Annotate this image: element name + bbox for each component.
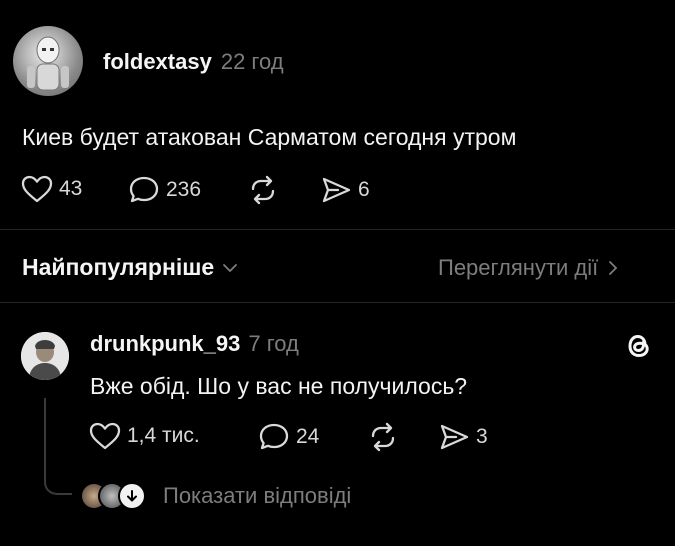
post-username[interactable]: foldextasy xyxy=(103,49,212,75)
show-replies-button[interactable]: Показати відповіді xyxy=(80,482,351,510)
reply-repost-button[interactable] xyxy=(367,422,399,452)
post-text: Киев будет атакован Сарматом сегодня утр… xyxy=(22,124,517,150)
post-repost-button[interactable] xyxy=(247,175,279,205)
reply-text: Вже обід. Шо у вас не получилось? xyxy=(90,373,468,399)
reply-comment-button[interactable]: 24 xyxy=(258,422,319,452)
chevron-down-icon xyxy=(223,263,238,272)
repost-icon xyxy=(371,422,395,452)
reply-like-count: 1,4 тис. xyxy=(127,424,200,447)
divider xyxy=(0,302,675,303)
thread-connector-line xyxy=(44,398,46,478)
post-comment-count: 236 xyxy=(166,178,202,201)
reply-share-button[interactable]: 3 xyxy=(438,422,488,452)
comment-icon xyxy=(259,423,289,450)
person-photo-image xyxy=(21,332,69,380)
view-activity-label: Переглянути дії xyxy=(438,255,599,280)
threads-logo-icon[interactable] xyxy=(623,330,655,362)
arrow-down-badge xyxy=(118,482,146,510)
show-replies-label: Показати відповіді xyxy=(163,483,352,508)
reply-username[interactable]: drunkpunk_93 xyxy=(90,331,240,357)
sort-label: Найпопулярніше xyxy=(22,254,215,280)
send-icon xyxy=(322,177,351,203)
post-comment-button[interactable]: 236 xyxy=(128,175,201,205)
post-like-count: 43 xyxy=(59,177,83,200)
comment-icon xyxy=(129,176,159,203)
reply-like-button[interactable]: 1,4 тис. xyxy=(89,422,200,450)
view-activity-link[interactable]: Переглянути дії xyxy=(438,255,618,281)
reply-share-count: 3 xyxy=(476,425,488,448)
send-icon xyxy=(440,424,469,450)
repost-icon xyxy=(251,175,275,205)
divider xyxy=(0,229,675,230)
heart-icon xyxy=(89,422,121,450)
sort-dropdown[interactable]: Найпопулярніше xyxy=(22,254,238,281)
chevron-right-icon xyxy=(609,261,618,275)
post-author-avatar[interactable] xyxy=(13,26,83,96)
thread-connector-curve xyxy=(44,476,72,495)
post-share-count: 6 xyxy=(358,178,370,201)
reply-comment-count: 24 xyxy=(296,425,320,448)
post-header: foldextasy 22 год xyxy=(103,49,284,75)
reply-author-avatar[interactable] xyxy=(21,332,69,380)
post-like-button[interactable]: 43 xyxy=(21,175,82,203)
post-share-button[interactable]: 6 xyxy=(320,175,370,205)
robot-figure-image xyxy=(27,36,69,91)
reply-avatars xyxy=(80,482,146,510)
heart-icon xyxy=(21,175,53,203)
arrow-down-icon xyxy=(127,490,137,502)
post-timestamp: 22 год xyxy=(220,49,284,74)
reply-header: drunkpunk_93 7 год xyxy=(90,331,299,357)
reply-timestamp: 7 год xyxy=(248,331,299,356)
